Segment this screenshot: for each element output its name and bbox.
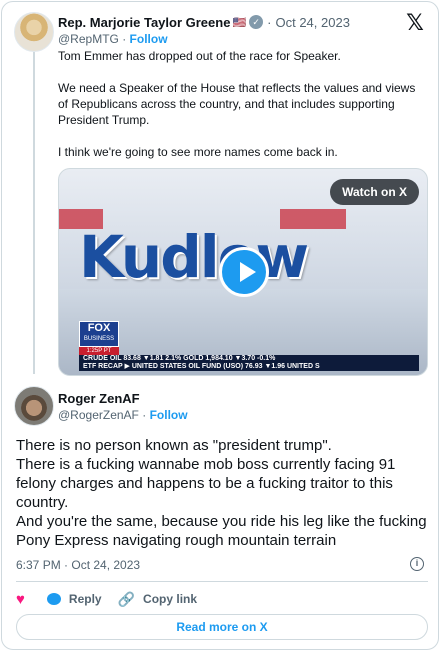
separator-dot: ·: [267, 14, 272, 30]
tweet-date[interactable]: Oct 24, 2023: [275, 15, 349, 30]
divider: [16, 581, 428, 582]
tweet-paragraph: We need a Speaker of the House that refl…: [58, 81, 416, 127]
copy-link-button[interactable]: 🔗 Copy link: [118, 591, 197, 608]
ticker-line: ETF RECAP ▶ UNITED STATES OIL FUND (USO)…: [83, 363, 320, 370]
watch-on-x-button[interactable]: Watch on X: [330, 179, 419, 205]
tweet-actions: ♥ Reply 🔗 Copy link: [16, 589, 213, 609]
play-button[interactable]: [219, 247, 269, 297]
reply-button[interactable]: Reply: [46, 592, 102, 606]
author-handle[interactable]: @RogerZenAF: [58, 408, 139, 422]
video-thumbnail[interactable]: Kudlow Watch on X FOX BUSINESS 1:25P PT …: [58, 168, 428, 376]
time-badge: 1:25P PT: [79, 347, 119, 355]
tweet-line: There is a fucking wannabe mob boss curr…: [16, 456, 396, 511]
tweet-paragraph: Tom Emmer has dropped out of the race fo…: [58, 49, 341, 63]
follow-button[interactable]: Follow: [130, 32, 168, 46]
reply-icon: [46, 593, 61, 605]
main-tweet-subheader: @RogerZenAF · Follow: [58, 408, 188, 422]
network-logo-bottom: BUSINESS: [83, 336, 115, 342]
network-logo-top: FOX: [87, 322, 111, 334]
quoted-tweet-text: Tom Emmer has dropped out of the race fo…: [58, 48, 428, 176]
read-more-button[interactable]: Read more on X: [16, 614, 428, 640]
tweet-timestamp[interactable]: 6:37 PM · Oct 24, 2023: [16, 558, 140, 572]
tweet-paragraph: I think we're going to see more names co…: [58, 145, 338, 159]
author-name[interactable]: Roger ZenAF: [58, 391, 140, 406]
embedded-tweet-card: Rep. Marjorie Taylor Greene 🇺🇸 ✓ · Oct 2…: [1, 1, 439, 650]
reply-label: Reply: [68, 592, 102, 606]
follow-button[interactable]: Follow: [150, 408, 188, 422]
info-icon[interactable]: i: [410, 557, 424, 571]
separator-dot: ·: [142, 408, 150, 422]
play-icon: [240, 262, 256, 282]
heart-icon: ♥: [16, 590, 25, 608]
quoted-tweet[interactable]: Rep. Marjorie Taylor Greene 🇺🇸 ✓ · Oct 2…: [2, 2, 438, 382]
stock-ticker: CRUDE OIL 83.68 ▼1.81 2.1% GOLD 1,984.10…: [79, 355, 419, 371]
network-logo: FOX BUSINESS: [79, 321, 119, 347]
quoted-tweet-subheader: @RepMTG · Follow: [58, 32, 168, 46]
tweet-line: And you're the same, because you ride hi…: [16, 513, 427, 549]
like-button[interactable]: ♥: [16, 591, 31, 608]
author-name[interactable]: Rep. Marjorie Taylor Greene: [58, 15, 230, 30]
quoted-tweet-header: Rep. Marjorie Taylor Greene 🇺🇸 ✓ · Oct 2…: [58, 12, 398, 32]
avatar[interactable]: [14, 386, 54, 426]
avatar[interactable]: [14, 12, 54, 52]
ticker-line: CRUDE OIL 83.68 ▼1.81 2.1% GOLD 1,984.10…: [83, 355, 276, 362]
tweet-line: There is no person known as "president t…: [16, 437, 332, 454]
separator-dot: ·: [122, 32, 130, 46]
link-icon: 🔗: [117, 590, 136, 607]
us-flag-icon: 🇺🇸: [232, 16, 247, 29]
x-logo-icon[interactable]: 𝕏: [404, 12, 426, 34]
main-tweet-text: There is no person known as "president t…: [16, 436, 428, 550]
author-handle[interactable]: @RepMTG: [58, 32, 119, 46]
verified-badge-icon: ✓: [249, 15, 264, 29]
thread-connector-line: [33, 52, 35, 374]
copy-link-label: Copy link: [143, 592, 198, 606]
